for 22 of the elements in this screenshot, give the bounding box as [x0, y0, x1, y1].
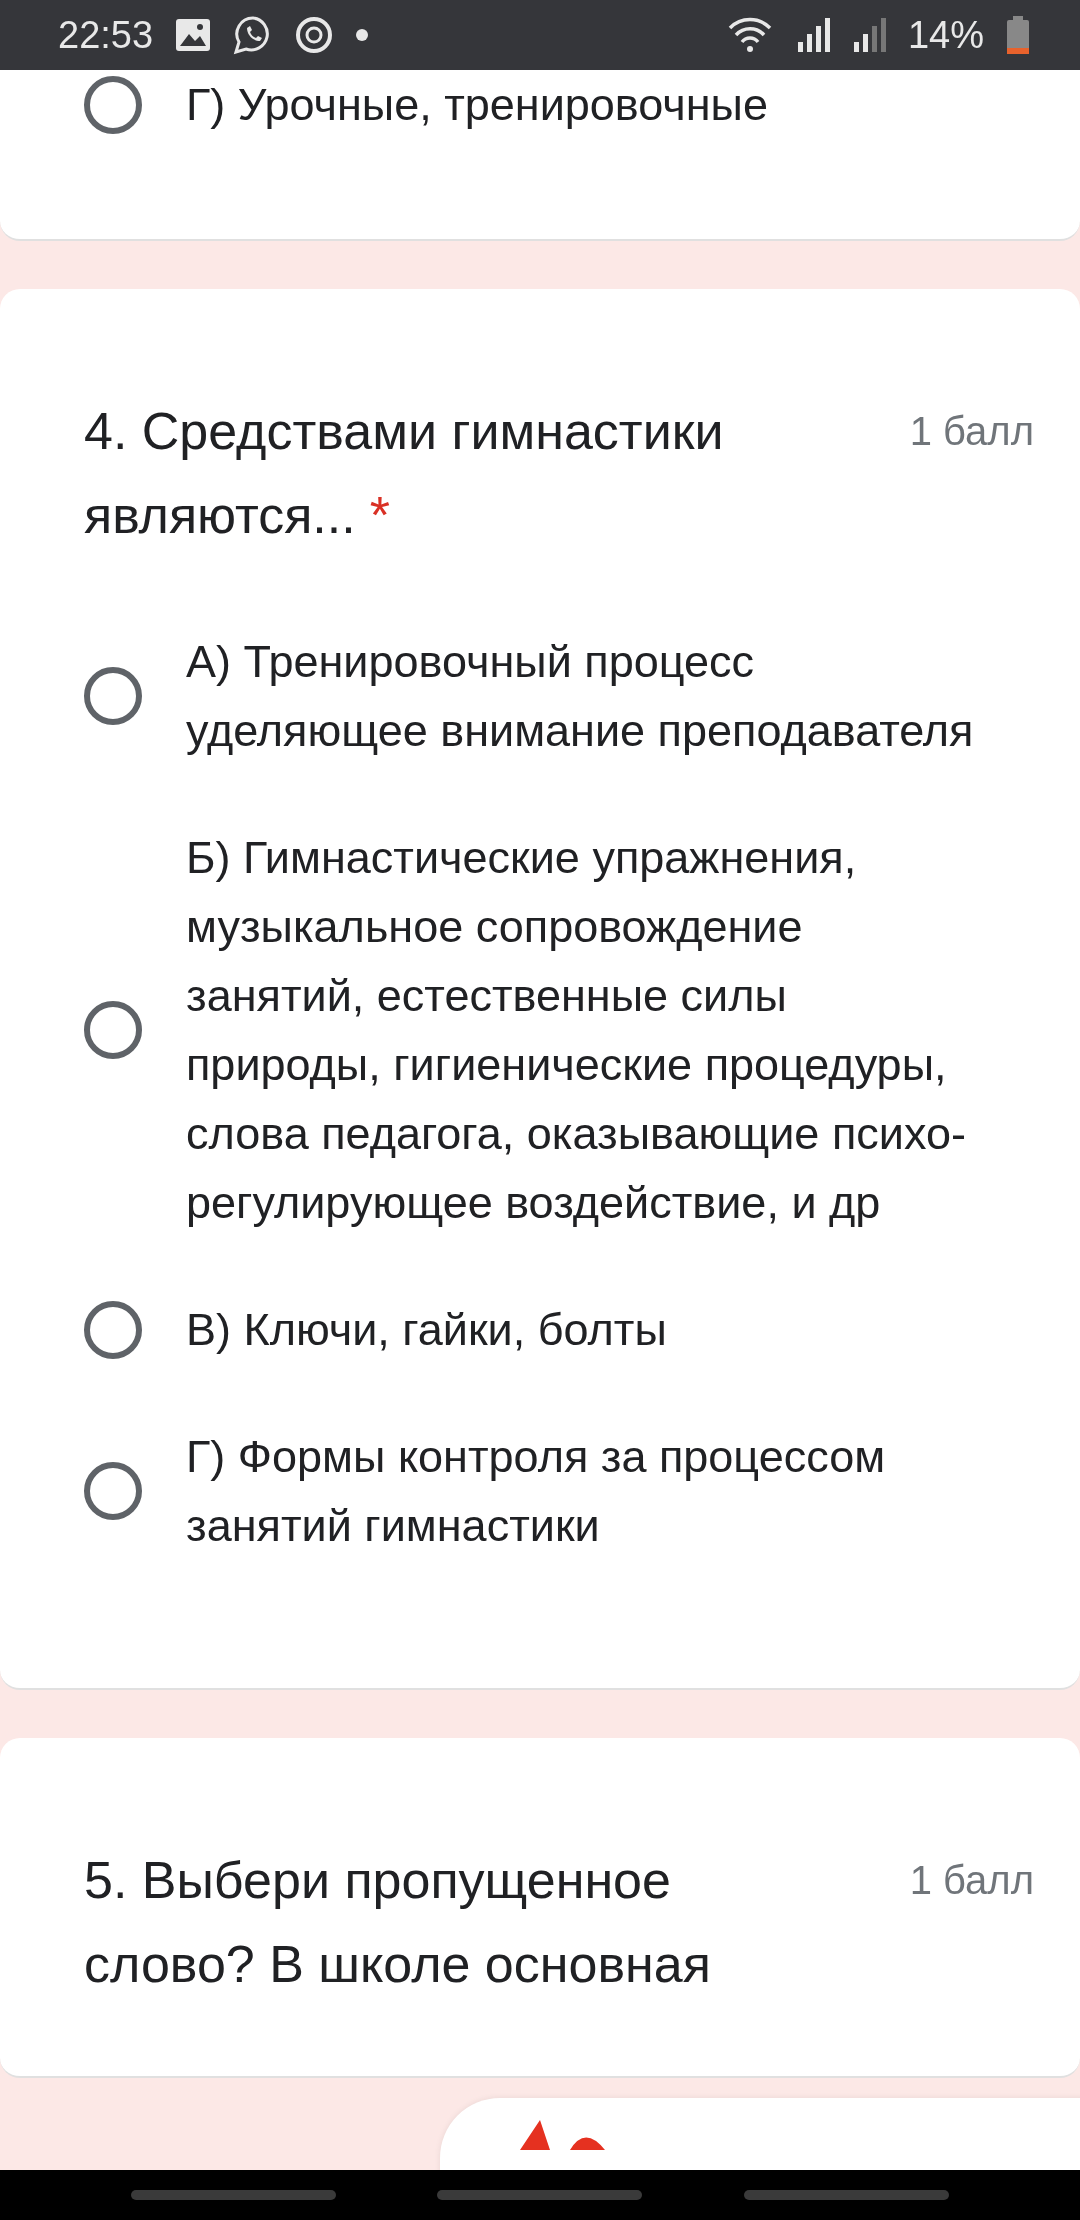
option-label: Б) Гимнастические упражнения, музыкальное сопровождение занятий, естественные силы природы, гигиенические процедуры, слова педагога, оказывающие психо-регулирующее воздействие, и др [186, 831, 967, 1230]
signal-icon [851, 18, 886, 52]
signal-icon [795, 18, 830, 52]
points-label: 1 балл [909, 408, 1034, 455]
option-label: Г) Формы контроля за процессом занятий гимнастики [186, 1430, 887, 1553]
option-label: В) Ключи, гайки, болты [186, 1303, 667, 1357]
dot-icon [355, 28, 370, 42]
question-title: 4. Средствами гимнастики являются... * [84, 401, 725, 546]
radio-button[interactable] [84, 1300, 142, 1359]
option-label: Г) Урочные, тренировочные [186, 78, 768, 132]
required-mark: * [369, 486, 390, 544]
battery-percent: 14% [907, 13, 984, 57]
clock: 22:53 [58, 13, 154, 57]
option-label: А) Тренировочный процесс уделяющее внимание преподавателя [186, 635, 975, 758]
radio-button[interactable] [84, 75, 142, 134]
radio-button[interactable] [84, 667, 142, 725]
image-icon [175, 18, 212, 52]
points-label: 1 балл [909, 1857, 1034, 1904]
battery-icon [1006, 16, 1030, 54]
radio-button[interactable] [84, 1001, 142, 1059]
question-title: 5. Выбери пропущенное слово? В школе основная [84, 1850, 712, 1995]
radio-button[interactable] [84, 1462, 142, 1520]
